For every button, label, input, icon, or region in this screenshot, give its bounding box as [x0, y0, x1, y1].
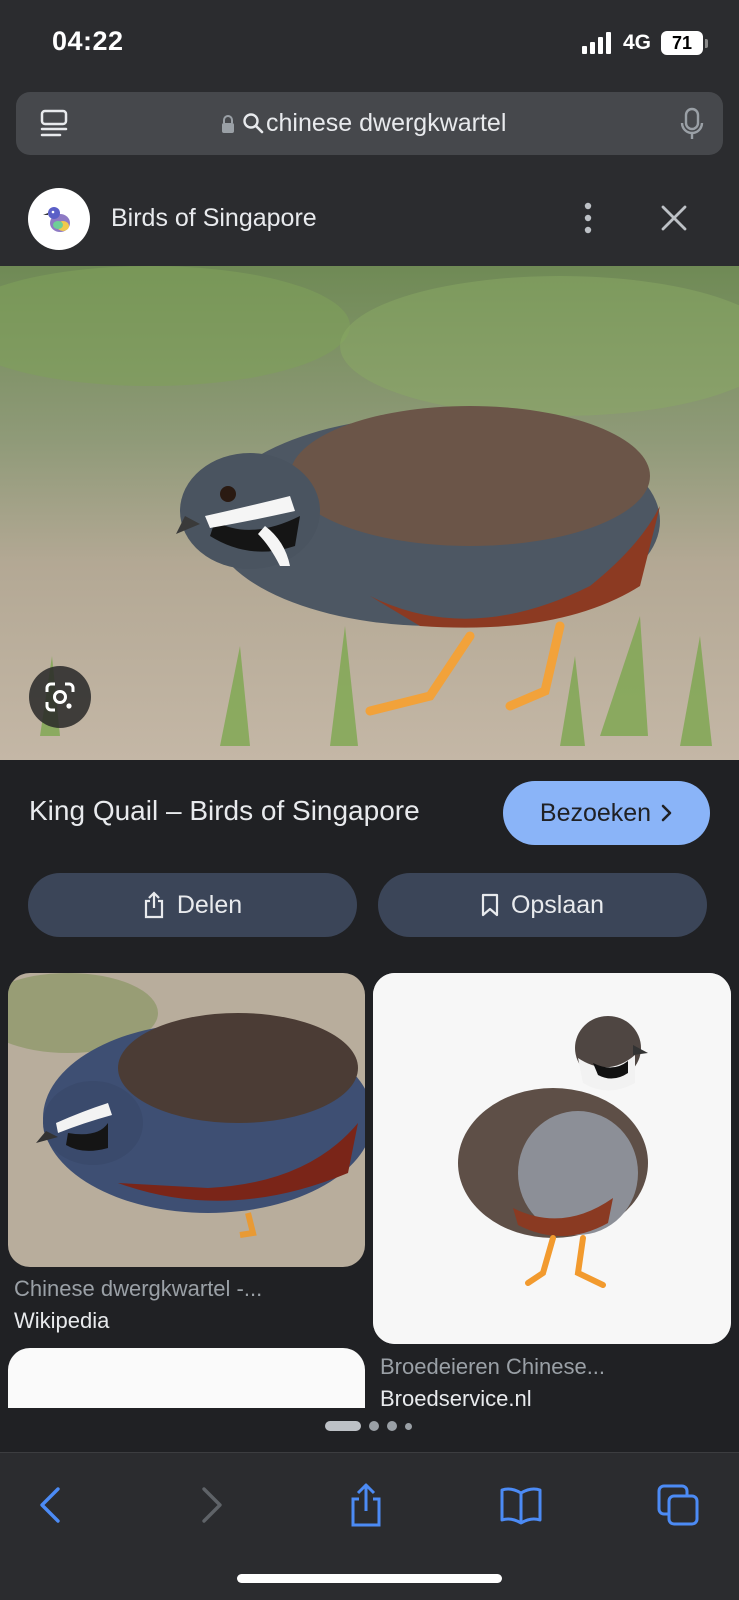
lock-icon	[222, 115, 234, 133]
bird-logo-icon	[43, 207, 70, 232]
save-button[interactable]: Opslaan	[378, 873, 707, 937]
related-image-1-source[interactable]: Wikipedia	[14, 1308, 109, 1334]
status-bar: 04:22 4G 71	[0, 0, 739, 88]
search-query-text[interactable]: chinese dwergkwartel	[266, 109, 506, 138]
related-image-2-source[interactable]: Broedservice.nl	[380, 1386, 532, 1408]
related-image-2-title[interactable]: Broedeieren Chinese...	[380, 1354, 605, 1380]
share-label: Delen	[176, 890, 243, 919]
share-icon[interactable]	[344, 1483, 388, 1527]
source-name: Birds of Singapore	[111, 204, 317, 232]
related-image-1[interactable]	[8, 973, 365, 1267]
page-dot	[387, 1421, 397, 1431]
related-image-2[interactable]	[373, 973, 731, 1344]
preview-image[interactable]	[0, 266, 739, 760]
status-time: 04:22	[52, 26, 124, 56]
close-icon[interactable]	[660, 204, 688, 232]
search-icon	[243, 113, 264, 134]
forward-icon[interactable]	[188, 1483, 232, 1527]
battery-icon: 71	[661, 31, 703, 55]
google-lens-button[interactable]	[29, 666, 91, 728]
page-dot-active	[325, 1421, 361, 1431]
page-indicator	[325, 1421, 412, 1431]
related-image-1-title[interactable]: Chinese dwergkwartel -...	[14, 1276, 262, 1302]
back-icon[interactable]	[30, 1483, 74, 1527]
quail-thumbnail	[8, 973, 365, 1267]
lens-icon	[45, 682, 75, 712]
home-indicator[interactable]	[237, 1574, 502, 1583]
chevron-right-icon	[661, 804, 672, 822]
cellular-signal-icon	[582, 32, 611, 54]
visit-button[interactable]: Bezoeken	[503, 781, 710, 845]
save-label: Opslaan	[510, 890, 605, 919]
visit-label: Bezoeken	[539, 798, 652, 827]
url-bar-container: chinese dwergkwartel	[0, 88, 739, 172]
microphone-icon[interactable]	[680, 107, 704, 141]
quail-photo	[0, 266, 739, 760]
url-bar[interactable]: chinese dwergkwartel	[16, 92, 723, 155]
source-header: Birds of Singapore	[0, 172, 739, 266]
battery-tip	[705, 39, 708, 48]
quail-thumbnail	[373, 973, 731, 1344]
share-icon	[144, 891, 163, 919]
share-button[interactable]: Delen	[28, 873, 357, 937]
result-title: King Quail – Birds of Singapore	[29, 795, 420, 826]
tab-overview-icon[interactable]	[38, 108, 70, 140]
more-options-icon[interactable]	[578, 200, 598, 236]
bookmark-icon	[481, 893, 499, 917]
page-dot	[369, 1421, 379, 1431]
tabs-icon[interactable]	[656, 1483, 700, 1527]
network-type: 4G	[623, 31, 652, 54]
source-avatar	[28, 188, 90, 250]
page-dot	[405, 1422, 412, 1430]
bookmarks-icon[interactable]	[499, 1483, 543, 1527]
related-image-3[interactable]	[8, 1348, 365, 1408]
